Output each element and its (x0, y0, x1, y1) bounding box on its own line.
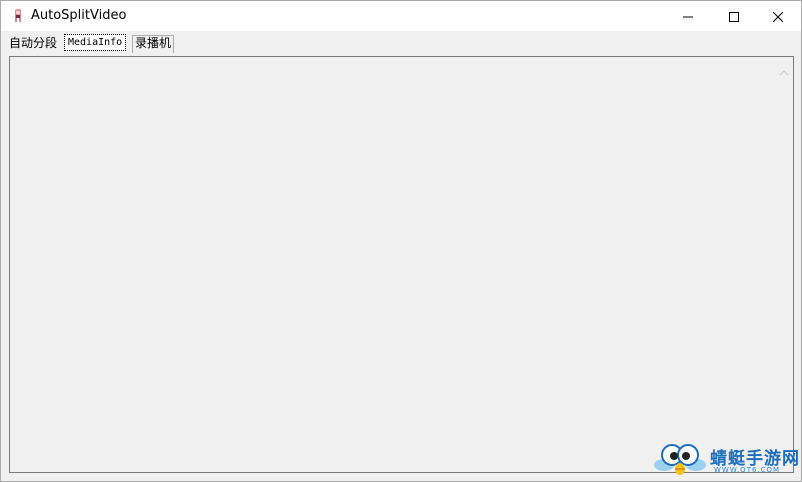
app-icon (10, 8, 26, 24)
dragonfly-logo-icon (654, 444, 706, 475)
minimize-icon (683, 7, 693, 26)
tab-mediainfo[interactable]: MediaInfo (64, 34, 127, 51)
mediainfo-text-area[interactable] (9, 56, 794, 473)
close-icon (772, 7, 784, 26)
minimize-button[interactable] (665, 1, 711, 31)
close-button[interactable] (755, 1, 801, 31)
tab-auto-segment[interactable]: 自动分段 (9, 35, 57, 52)
vertical-scrollbar[interactable] (775, 57, 793, 472)
title-bar[interactable]: AutoSplitVideo (1, 1, 801, 31)
tab-bar: 自动分段 MediaInfo 录播机 (1, 32, 801, 54)
app-window: AutoSplitVideo 自动分段 MediaInfo 录播机 (0, 0, 802, 482)
tab-recorder[interactable]: 录播机 (135, 35, 171, 52)
scroll-up-arrow-icon[interactable] (779, 63, 789, 76)
site-watermark: 蜻蜓手游网 WWW.QT6.COM (654, 441, 800, 479)
watermark-url: WWW.QT6.COM (714, 466, 781, 474)
maximize-button[interactable] (711, 1, 757, 31)
maximize-icon (729, 7, 739, 26)
window-title: AutoSplitVideo (31, 8, 127, 23)
